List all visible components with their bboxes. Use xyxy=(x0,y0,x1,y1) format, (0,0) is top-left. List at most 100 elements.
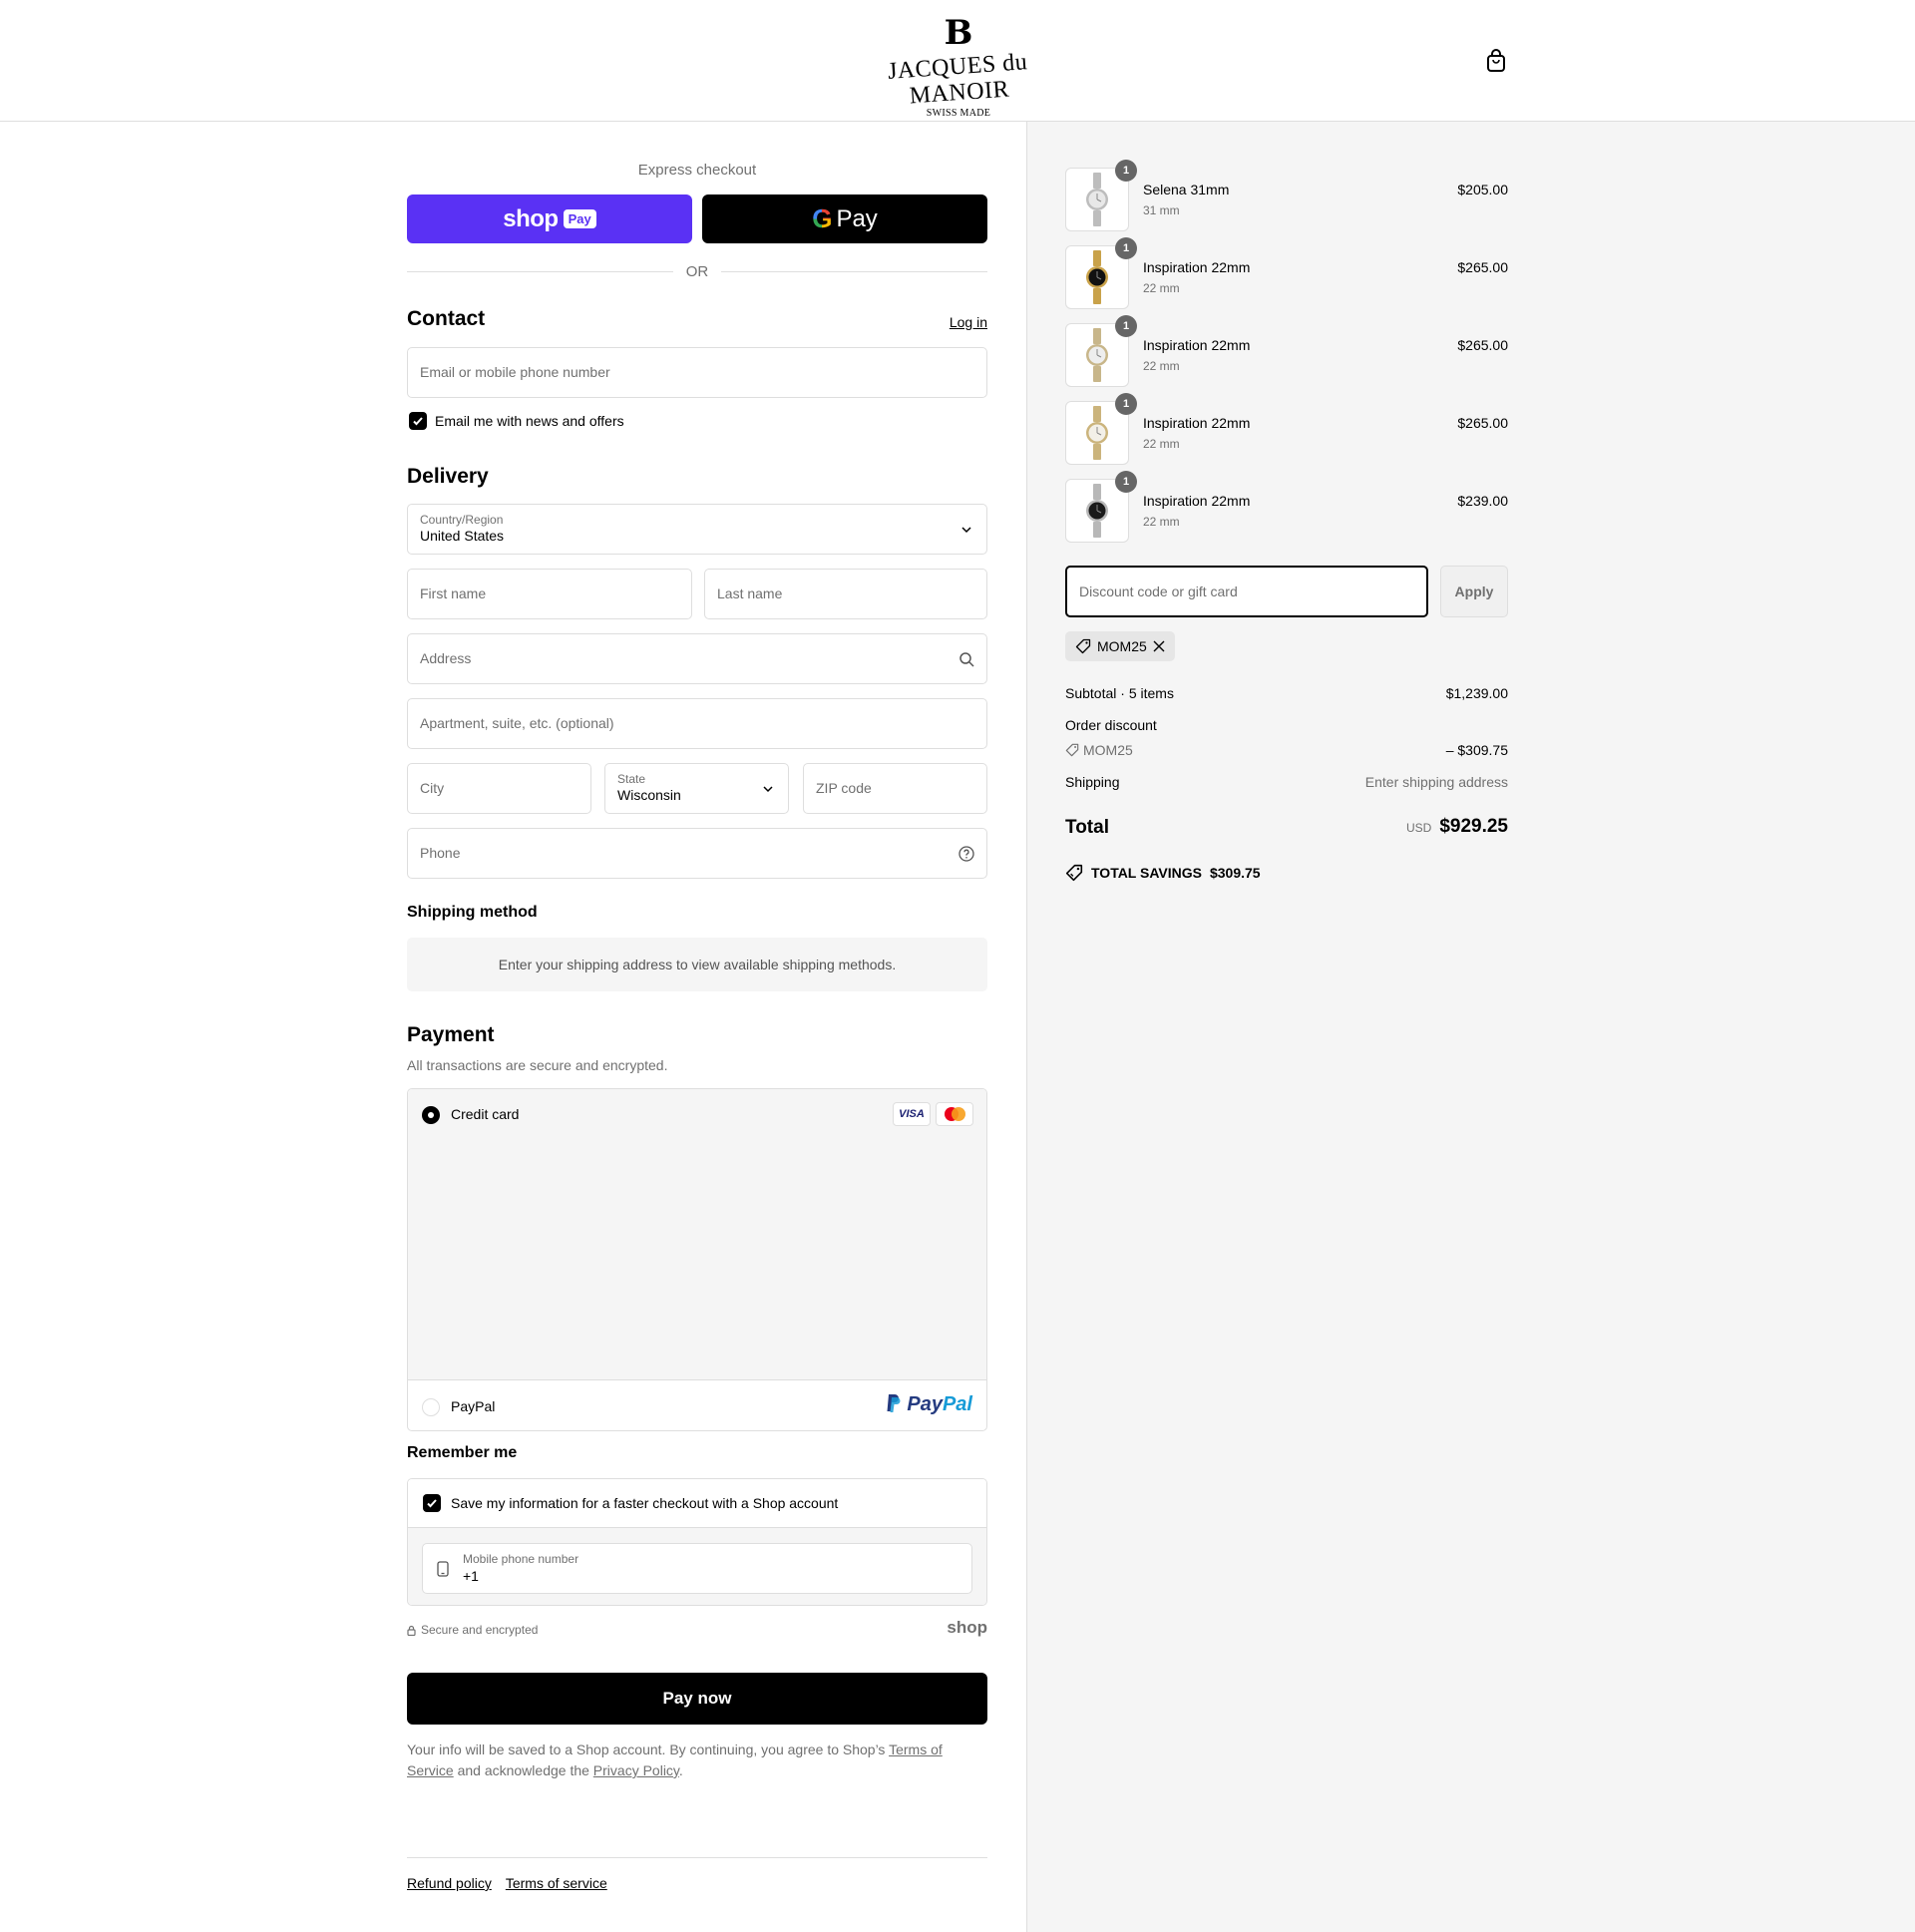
product-price: $265.00 xyxy=(1457,415,1508,431)
product-name: Inspiration 22mm xyxy=(1143,259,1251,275)
credit-card-option[interactable]: Credit card VISA xyxy=(408,1089,986,1380)
order-discount-row: Order discount xyxy=(1065,717,1508,733)
google-pay-button[interactable]: G Pay xyxy=(702,194,987,243)
applied-code: MOM25 xyxy=(1097,638,1147,654)
state-select[interactable]: State Wisconsin xyxy=(604,763,789,814)
address-field[interactable]: Address xyxy=(407,633,987,684)
product-price: $239.00 xyxy=(1457,493,1508,509)
privacy-policy-link[interactable]: Privacy Policy xyxy=(593,1762,679,1778)
paypal-logo-pal: Pal xyxy=(942,1393,972,1415)
state-label: State xyxy=(617,772,646,786)
product-variant: 31 mm xyxy=(1143,203,1180,217)
legal-text: Your info will be saved to a Shop accoun… xyxy=(407,1739,987,1781)
line-item: 1 Inspiration 22mm 22 mm $265.00 xyxy=(1065,393,1508,465)
savings-label: TOTAL SAVINGS xyxy=(1091,865,1202,881)
paypal-logo: PayPal xyxy=(886,1393,972,1416)
city-field[interactable]: City xyxy=(407,763,591,814)
applied-discount-chip: MOM25 xyxy=(1065,631,1175,661)
discount-value: – $309.75 xyxy=(1445,742,1508,758)
payment-heading: Payment xyxy=(407,1023,495,1046)
tag-icon xyxy=(1065,864,1083,882)
secure-text: Secure and encrypted xyxy=(421,1623,539,1637)
paypal-logo-pay: Pay xyxy=(907,1393,943,1415)
google-g-icon: G xyxy=(812,203,833,233)
mobile-phone-icon xyxy=(437,1561,449,1582)
mobile-phone-field[interactable]: Mobile phone number +1 xyxy=(422,1543,972,1594)
first-name-field[interactable]: First name xyxy=(407,569,692,619)
shop-logo: shop xyxy=(947,1618,987,1637)
visa-text: VISA xyxy=(899,1108,925,1120)
zip-field[interactable]: ZIP code xyxy=(803,763,987,814)
pay-now-button[interactable]: Pay now xyxy=(407,1673,987,1725)
google-pay-text: Pay xyxy=(836,204,878,232)
total-amount: $929.25 xyxy=(1439,816,1508,837)
or-text: OR xyxy=(685,262,709,280)
credit-card-radio[interactable] xyxy=(422,1106,440,1124)
payment-methods: Credit card VISA PayPal PayPal xyxy=(407,1088,987,1431)
discount-code: MOM25 xyxy=(1083,742,1133,758)
total-label: Total xyxy=(1065,817,1109,838)
lock-icon xyxy=(407,1625,416,1636)
shipping-value: Enter shipping address xyxy=(1364,774,1508,790)
visa-icon: VISA xyxy=(893,1102,931,1126)
address-placeholder: Address xyxy=(420,650,472,666)
total-value: USD $929.25 xyxy=(1406,816,1508,838)
order-discount-label: Order discount xyxy=(1065,717,1157,733)
refund-policy-link[interactable]: Refund policy xyxy=(407,1875,492,1891)
product-variant: 22 mm xyxy=(1143,359,1180,373)
country-value: United States xyxy=(420,528,505,544)
apply-discount-button[interactable]: Apply xyxy=(1440,566,1508,617)
shop-pay-word: shop xyxy=(503,204,559,232)
or-divider: OR xyxy=(407,261,987,281)
paypal-label[interactable]: PayPal xyxy=(451,1398,495,1414)
shipping-row: Shipping Enter shipping address xyxy=(1065,774,1508,790)
cart-icon[interactable] xyxy=(1484,48,1508,74)
express-checkout-label: Express checkout xyxy=(637,162,757,179)
country-label: Country/Region xyxy=(420,513,504,527)
last-name-field[interactable]: Last name xyxy=(704,569,987,619)
email-placeholder: Email or mobile phone number xyxy=(420,364,610,380)
close-icon[interactable] xyxy=(1153,640,1165,652)
news-checkbox[interactable] xyxy=(409,412,427,430)
save-info-row[interactable]: Save my information for a faster checkou… xyxy=(408,1479,986,1528)
save-info-label: Save my information for a faster checkou… xyxy=(451,1495,839,1511)
line-item: 1 Selena 31mm 31 mm $205.00 xyxy=(1065,160,1508,231)
remember-phone-area: Mobile phone number +1 xyxy=(408,1528,986,1605)
product-price: $265.00 xyxy=(1457,337,1508,353)
footer-divider xyxy=(407,1857,987,1858)
first-name-placeholder: First name xyxy=(420,585,487,601)
brand-mark: B xyxy=(944,13,973,53)
phone-field[interactable]: Phone xyxy=(407,828,987,879)
save-info-checkbox[interactable] xyxy=(423,1494,441,1512)
legal-text-3: . xyxy=(678,1762,683,1778)
last-name-placeholder: Last name xyxy=(717,585,783,601)
paypal-radio[interactable] xyxy=(422,1398,440,1416)
checkout-header: B JACQUES du MANOIR SWISS MADE xyxy=(0,0,1915,122)
news-checkbox-label: Email me with news and offers xyxy=(435,413,624,429)
discount-input[interactable]: Discount code or gift card xyxy=(1065,566,1428,617)
quantity-badge: 1 xyxy=(1115,160,1137,182)
payment-subtitle: All transactions are secure and encrypte… xyxy=(407,1057,668,1073)
subtotal-label: Subtotal · 5 items xyxy=(1065,685,1174,701)
search-icon xyxy=(958,651,974,667)
product-name: Inspiration 22mm xyxy=(1143,337,1251,353)
terms-of-service-footer-link[interactable]: Terms of service xyxy=(506,1875,607,1891)
order-summary-panel xyxy=(1026,122,1915,1932)
email-field[interactable]: Email or mobile phone number xyxy=(407,347,987,398)
tag-icon xyxy=(1075,638,1091,654)
remember-me-box: Save my information for a faster checkou… xyxy=(407,1478,987,1606)
product-variant: 22 mm xyxy=(1143,515,1180,529)
login-link[interactable]: Log in xyxy=(950,314,987,330)
total-savings: TOTAL SAVINGS $309.75 xyxy=(1065,864,1261,882)
shipping-method-heading: Shipping method xyxy=(407,904,538,921)
help-circle-icon[interactable] xyxy=(958,846,974,862)
mastercard-icon xyxy=(936,1102,973,1126)
state-value: Wisconsin xyxy=(617,787,681,803)
shipping-label: Shipping xyxy=(1065,774,1120,790)
product-price: $265.00 xyxy=(1457,259,1508,275)
contact-heading: Contact xyxy=(407,307,486,330)
brand-logo[interactable]: B JACQUES du MANOIR SWISS MADE xyxy=(874,13,1043,119)
country-select[interactable]: Country/Region United States xyxy=(407,504,987,555)
shop-pay-button[interactable]: shop Pay xyxy=(407,194,692,243)
apartment-field[interactable]: Apartment, suite, etc. (optional) xyxy=(407,698,987,749)
